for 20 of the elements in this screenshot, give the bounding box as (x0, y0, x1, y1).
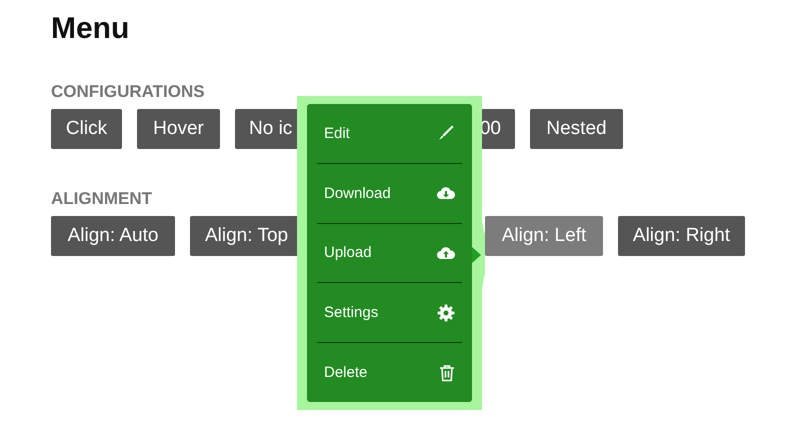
menu-pointer-icon (472, 247, 481, 263)
pencil-icon (437, 124, 455, 142)
demo-button[interactable]: Hover (137, 109, 220, 149)
demo-button[interactable]: Click (51, 109, 122, 149)
demo-button[interactable]: Align: Right (618, 216, 745, 256)
settings-icon (437, 304, 455, 322)
menu-item[interactable]: Delete (317, 342, 462, 402)
cloud-download-icon (437, 186, 455, 200)
section-heading: ALIGNMENT (51, 189, 152, 209)
cloud-upload-icon (437, 246, 455, 260)
section-heading: CONFIGURATIONS (51, 82, 205, 102)
menu-item[interactable]: Download (317, 162, 462, 223)
page-title: Menu (51, 12, 130, 46)
demo-button[interactable]: Nested (530, 109, 623, 149)
demo-button[interactable]: Align: Auto (51, 216, 175, 256)
trash-icon (439, 364, 455, 382)
menu-item[interactable]: Edit (317, 104, 462, 163)
demo-button[interactable]: Align: Left (485, 216, 603, 256)
menu-item[interactable]: Settings (317, 282, 462, 342)
menu-item[interactable]: Upload (317, 222, 462, 282)
